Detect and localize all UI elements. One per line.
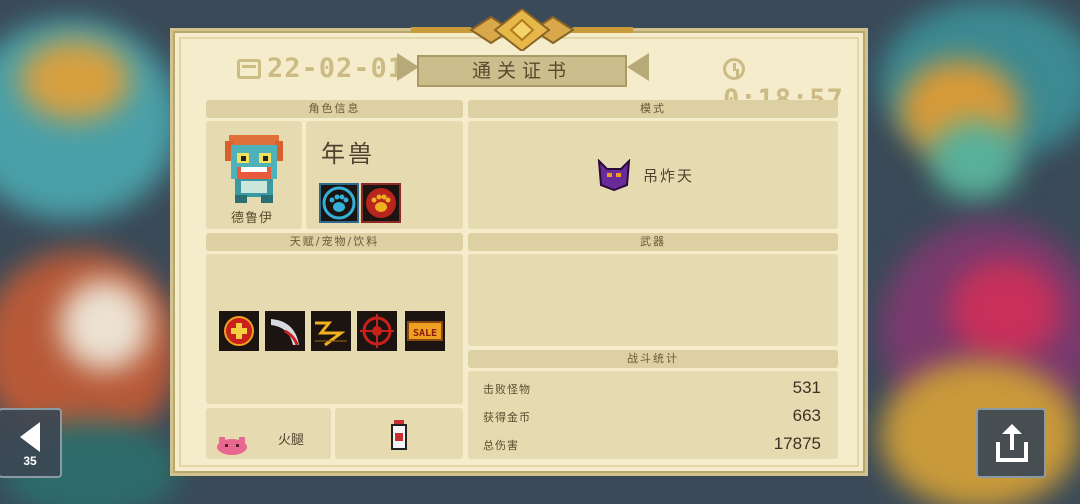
weapons-section-header: 武器 [468, 233, 838, 251]
ribbon-right-tail [627, 53, 649, 81]
paw-blue-icon [319, 183, 359, 223]
sale-tag-icon: SALE [405, 311, 445, 351]
damage-label: 总伤害 [483, 439, 519, 452]
nian-beast-portrait-icon [225, 135, 283, 203]
damage-value: 17875 [773, 434, 821, 453]
back-arrow-icon [20, 422, 40, 452]
share-icon [996, 424, 1028, 462]
kills-value: 531 [792, 378, 821, 397]
pet-name: 火腿 [278, 433, 305, 448]
purple-demon-icon [597, 159, 631, 191]
mode-label: 吊炸天 [643, 167, 695, 185]
gold-label: 获得金币 [483, 411, 531, 424]
blade-slash-icon [265, 311, 305, 351]
target-crosshair-icon [357, 311, 397, 351]
run-date-text: 22-02-01 [267, 53, 406, 84]
share-button[interactable] [976, 408, 1046, 478]
gold-value: 663 [792, 406, 821, 425]
lightning-icon [311, 311, 351, 351]
certificate-card: 22-02-01 0:18:57 通关证书 角色信息 模式 天赋/宠物/饮料 武… [170, 9, 868, 476]
gold-crest-icon [411, 9, 633, 51]
talents-section-header: 天赋/宠物/饮料 [206, 233, 463, 251]
back-button[interactable]: 35 [0, 408, 62, 478]
milk-bottle-icon [391, 420, 407, 450]
pink-pig-icon [217, 437, 247, 455]
health-cross-icon [219, 311, 259, 351]
paw-red-icon [361, 183, 401, 223]
mode-section-header: 模式 [468, 100, 838, 118]
hero-name: 年兽 [321, 140, 375, 168]
back-count: 35 [23, 454, 37, 468]
kills-label: 击败怪物 [483, 383, 531, 396]
run-date: 22-02-01 [237, 53, 405, 84]
stats-section-header: 战斗统计 [468, 350, 838, 368]
calendar-icon [237, 59, 261, 79]
ribbon-left-tail [397, 53, 419, 81]
clock-icon [723, 58, 745, 80]
weapons-panel [468, 254, 838, 346]
certificate-title: 通关证书 [417, 55, 627, 87]
svg-text:SALE: SALE [413, 328, 437, 339]
character-name: 德鲁伊 [231, 211, 274, 226]
character-section-header: 角色信息 [206, 100, 463, 118]
